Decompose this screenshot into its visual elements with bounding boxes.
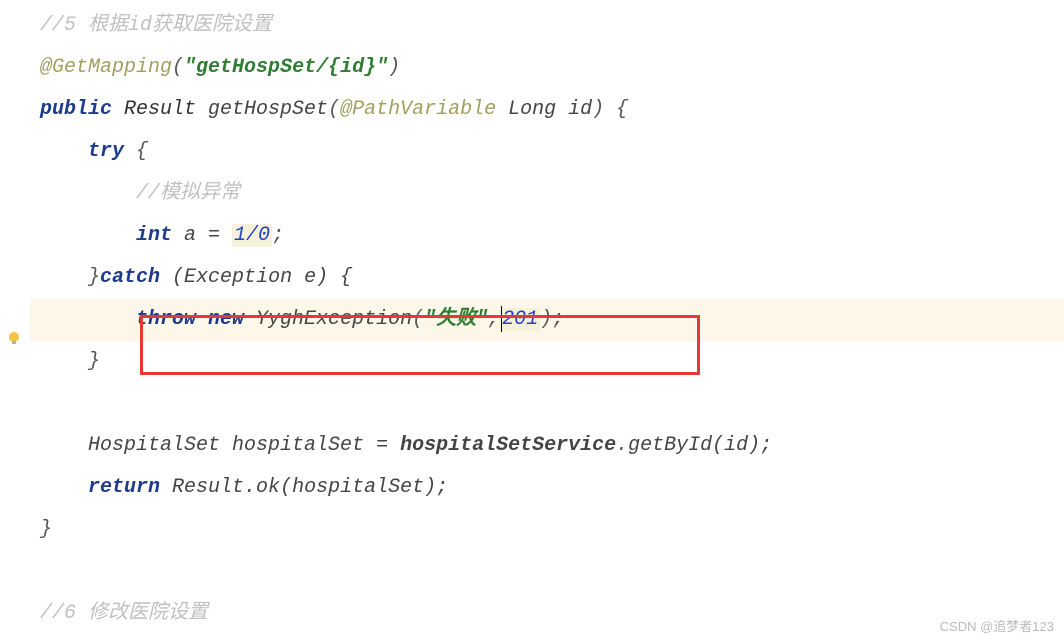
keyword-catch: catch <box>100 266 160 289</box>
lightbulb-icon[interactable] <box>6 330 22 346</box>
code-line: return Result.ok(hospitalSet); <box>30 467 1064 509</box>
code-line: @GetMapping("getHospSet/{id}") <box>30 47 1064 89</box>
code-line: } <box>30 341 1064 383</box>
code-line: try { <box>30 131 1064 173</box>
annotation: @PathVariable <box>340 98 496 121</box>
code-line: int a = 1/0; <box>30 215 1064 257</box>
comment: //6 修改医院设置 <box>40 602 208 625</box>
code-line: //6 修改医院设置 <box>30 593 1064 635</box>
string-literal: "失败" <box>424 308 488 331</box>
editor-gutter <box>0 0 30 643</box>
comment: //模拟异常 <box>136 182 240 205</box>
annotation: @GetMapping <box>40 56 172 79</box>
code-line: } <box>30 509 1064 551</box>
watermark: CSDN @追梦者123 <box>940 616 1054 635</box>
keyword-try: try <box>88 140 124 163</box>
comment: //5 根据id获取医院设置 <box>40 14 272 37</box>
keyword-new: new <box>196 308 244 331</box>
keyword-throw: throw <box>136 308 196 331</box>
string-literal: "getHospSet/{id}" <box>184 56 388 79</box>
keyword-int: int <box>136 224 172 247</box>
code-line: //模拟异常 <box>30 173 1064 215</box>
code-line-blank <box>30 383 1064 425</box>
code-line-active: throw new YyghException("失败",201); <box>30 299 1064 341</box>
code-line-blank <box>30 551 1064 593</box>
code-line: HospitalSet hospitalSet = hospitalSetSer… <box>30 425 1064 467</box>
number-literal: 201 <box>502 308 538 331</box>
code-line: public Result getHospSet(@PathVariable L… <box>30 89 1064 131</box>
keyword-return: return <box>88 476 160 499</box>
keyword-public: public <box>40 98 112 121</box>
code-line: //5 根据id获取医院设置 <box>30 5 1064 47</box>
code-editor[interactable]: //5 根据id获取医院设置 @GetMapping("getHospSet/{… <box>30 0 1064 635</box>
code-line: }catch (Exception e) { <box>30 257 1064 299</box>
number-literal: 1/0 <box>234 224 270 247</box>
